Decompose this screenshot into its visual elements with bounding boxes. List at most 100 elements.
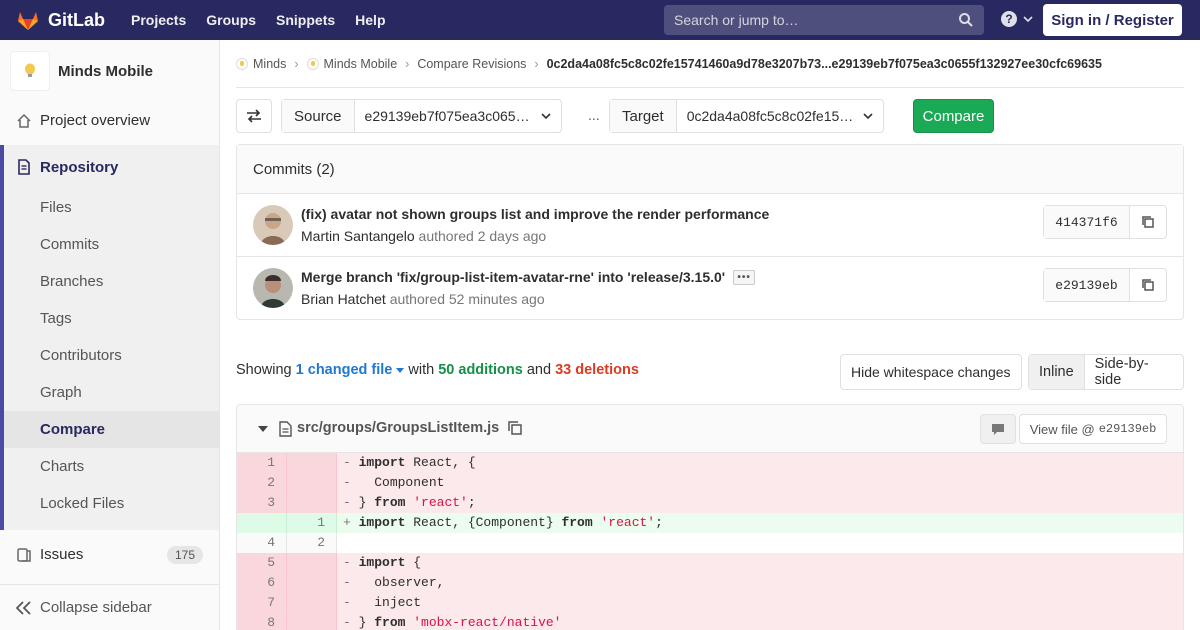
sidebar-item-issues[interactable]: Issues 175 — [0, 536, 219, 573]
old-line-number[interactable]: 4 — [237, 533, 287, 553]
old-line-number[interactable]: 2 — [237, 473, 287, 493]
view-file-button[interactable]: View file @ e29139eb — [1019, 414, 1167, 444]
file-path[interactable]: src/groups/GroupsListItem.js — [297, 420, 499, 436]
old-line-number[interactable]: 5 — [237, 553, 287, 573]
commit-sha-button[interactable]: 414371f6 — [1044, 206, 1130, 238]
old-line-number[interactable]: 6 — [237, 573, 287, 593]
collapse-sidebar-button[interactable]: Collapse sidebar — [0, 584, 219, 630]
search-input[interactable] — [664, 12, 944, 28]
search-icon[interactable] — [958, 12, 974, 28]
sidebar-item-branches[interactable]: Branches — [4, 263, 219, 300]
code-line: - inject — [337, 593, 1183, 613]
changed-files-dropdown[interactable]: 1 changed file — [296, 362, 405, 378]
new-line-number[interactable] — [287, 573, 337, 593]
breadcrumb-compare-revisions[interactable]: Compare Revisions — [417, 57, 526, 71]
sidebar-item-files[interactable]: Files — [4, 189, 219, 226]
gitlab-brand[interactable]: GitLab — [16, 0, 105, 40]
sidebar-item-commits[interactable]: Commits — [4, 226, 219, 263]
old-line-number[interactable]: 8 — [237, 613, 287, 630]
sign-in-button[interactable]: Sign in / Register — [1043, 4, 1182, 36]
avatar[interactable] — [253, 268, 293, 308]
new-line-number[interactable] — [287, 473, 337, 493]
project-header[interactable]: Minds Mobile — [0, 40, 219, 102]
code-token: Component — [350, 475, 445, 490]
old-line-number[interactable]: 1 — [237, 453, 287, 473]
sidebar-item-locked-files[interactable]: Locked Files — [4, 485, 219, 522]
source-revision-dropdown[interactable]: Source e29139eb7f075ea3c0655f132927ee30c… — [281, 99, 562, 133]
hide-whitespace-button[interactable]: Hide whitespace changes — [840, 354, 1022, 390]
breadcrumb-current[interactable]: 0c2da4a08fc5c8c02fe15741460a9d78e3207b73… — [547, 57, 1102, 71]
old-line-number[interactable] — [237, 513, 287, 533]
sidebar-item-charts[interactable]: Charts — [4, 448, 219, 485]
old-line-number[interactable]: 3 — [237, 493, 287, 513]
new-line-number[interactable] — [287, 613, 337, 630]
commit-title[interactable]: (fix) avatar not shown groups list and i… — [301, 206, 769, 222]
diff-line-del: 3 - } from 'react'; — [237, 493, 1183, 513]
collapse-file-caret-icon[interactable] — [258, 426, 268, 432]
compare-revisions-form: Source e29139eb7f075ea3c0655f132927ee30c… — [236, 99, 1184, 133]
expand-commit-message-button[interactable]: ••• — [733, 269, 756, 285]
diff-view-toggle: Inline Side-by-side — [1028, 354, 1184, 390]
nav-help[interactable]: Help — [355, 12, 385, 28]
new-line-number[interactable] — [287, 453, 337, 473]
sidebar-item-tags[interactable]: Tags — [4, 300, 219, 337]
breadcrumb-label: Minds — [253, 56, 287, 71]
commit-sha-button[interactable]: e29139eb — [1044, 269, 1130, 301]
commit-author[interactable]: Brian Hatchet — [301, 291, 386, 307]
with-label: with — [408, 362, 435, 378]
code-token: React, { — [405, 455, 476, 470]
toggle-comments-button[interactable] — [980, 414, 1016, 444]
issues-count-badge: 175 — [166, 545, 203, 564]
new-line-number[interactable]: 2 — [287, 533, 337, 553]
sidebar-item-contributors[interactable]: Contributors — [4, 337, 219, 374]
target-value[interactable]: 0c2da4a08fc5c8c02fe15741460a9d78e3207b73 — [677, 100, 883, 132]
nav-snippets[interactable]: Snippets — [276, 12, 335, 28]
target-revision-dropdown[interactable]: Target 0c2da4a08fc5c8c02fe15741460a9d78e… — [609, 99, 884, 133]
view-file-label: View file @ — [1029, 421, 1095, 437]
sidebar-item-graph[interactable]: Graph — [4, 374, 219, 411]
project-name: Minds Mobile — [58, 62, 153, 80]
nav-links: Projects Groups Snippets Help — [131, 0, 406, 40]
commit-meta: Martin Santangelo authored 2 days ago — [301, 228, 546, 244]
side-by-side-view-button[interactable]: Side-by-side — [1085, 355, 1183, 389]
code-token: } — [350, 615, 375, 630]
avatar[interactable] — [253, 205, 293, 245]
sidebar-item-overview[interactable]: Project overview — [0, 102, 219, 139]
source-sha: e29139eb7f075ea3c0655f132927ee30cfc69635 — [364, 108, 537, 124]
source-value[interactable]: e29139eb7f075ea3c0655f132927ee30cfc69635 — [355, 100, 561, 132]
user-avatar-icon — [253, 205, 293, 245]
new-line-number[interactable] — [287, 553, 337, 573]
sidebar-item-compare[interactable]: Compare — [4, 411, 219, 448]
new-line-number[interactable] — [287, 593, 337, 613]
project-sidebar: Minds Mobile Project overview Repository… — [0, 40, 220, 630]
new-line-number[interactable]: 1 — [287, 513, 337, 533]
nav-groups[interactable]: Groups — [206, 12, 256, 28]
inline-view-button[interactable]: Inline — [1029, 355, 1085, 389]
home-icon — [17, 113, 31, 128]
comment-icon — [992, 424, 1004, 435]
additions-count: 50 additions — [438, 362, 523, 378]
sidebar-item-repository[interactable]: Repository — [4, 145, 219, 189]
collapse-label: Collapse sidebar — [40, 599, 152, 616]
code-line: - observer, — [337, 573, 1183, 593]
breadcrumb-minds[interactable]: Minds — [236, 57, 286, 71]
nav-projects[interactable]: Projects — [131, 12, 186, 28]
compare-button[interactable]: Compare — [913, 99, 994, 133]
copy-sha-button[interactable] — [1130, 269, 1166, 301]
copy-sha-button[interactable] — [1130, 206, 1166, 238]
swap-revisions-button[interactable] — [236, 99, 272, 133]
help-dropdown[interactable]: ? — [1000, 10, 1033, 28]
breadcrumb-minds-mobile[interactable]: Minds Mobile — [306, 57, 397, 71]
code-token: inject — [350, 595, 422, 610]
code-token: ; — [467, 495, 476, 510]
target-sha: 0c2da4a08fc5c8c02fe15741460a9d78e3207b73 — [686, 108, 859, 124]
new-line-number[interactable] — [287, 493, 337, 513]
code-line: - import React, { — [337, 453, 1183, 473]
commit-row: (fix) avatar not shown groups list and i… — [237, 194, 1183, 257]
old-line-number[interactable]: 7 — [237, 593, 287, 613]
commit-author[interactable]: Martin Santangelo — [301, 228, 415, 244]
top-navbar: GitLab Projects Groups Snippets Help ? S… — [0, 0, 1200, 40]
copy-file-path-button[interactable] — [507, 420, 523, 439]
commit-title[interactable]: Merge branch 'fix/group-list-item-avatar… — [301, 269, 756, 285]
search-box[interactable] — [664, 5, 984, 35]
